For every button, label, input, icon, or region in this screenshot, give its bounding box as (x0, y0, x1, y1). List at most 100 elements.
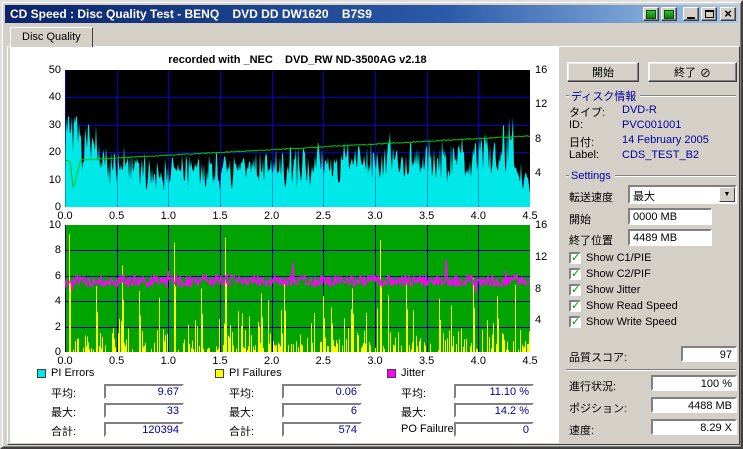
disc-type-label: タイプ: (569, 107, 606, 119)
transfer-speed-dropdown[interactable]: 最大 ▼ (628, 185, 737, 204)
po-failures-label: PO Failures: (401, 423, 463, 435)
checkbox-show-read-speed[interactable]: ✓ Show Read Speed (569, 300, 734, 313)
tick-label: 2.5 (315, 355, 331, 367)
checkbox-show-jitter[interactable]: ✓ Show Jitter (569, 284, 734, 297)
separator (566, 369, 736, 371)
checkbox-icon[interactable]: ✓ (569, 284, 581, 296)
maximize-button[interactable] (701, 7, 717, 21)
speed-value: 8.29 X (651, 419, 737, 435)
checkbox-icon[interactable]: ✓ (569, 316, 581, 328)
titlebar-green-icon-2[interactable] (661, 7, 677, 21)
tick-label: 2.5 (315, 210, 331, 222)
window-title: CD Speed : Disc Quality Test - BENQ DVD … (10, 7, 372, 21)
start-position-field[interactable]: 0000 MB (628, 208, 712, 225)
checkbox-show-c1-pie[interactable]: ✓ Show C1/PIE (569, 252, 734, 265)
disc-label-value: CDS_TEST_B2 (622, 149, 700, 161)
tab-disc-quality[interactable]: Disc Quality (10, 27, 93, 47)
tick-label: 10 (48, 173, 61, 186)
jitter-avg-value: 11.10 % (454, 384, 534, 399)
tick-label: 1.0 (160, 210, 176, 222)
disc-id-value: PVC001001 (622, 119, 682, 131)
disc-info-header: ディスク情報 (566, 90, 736, 103)
exit-button[interactable]: 終了 ⊘ (648, 62, 737, 82)
legend-title: PI Failures (229, 367, 282, 379)
legend-jitter: Jitter 平均: 11.10 % 最大: 14.2 % PO Failure… (387, 367, 559, 445)
minimize-button[interactable] (683, 7, 699, 21)
start-button[interactable]: 開始 (567, 62, 639, 82)
app-window: CD Speed : Disc Quality Test - BENQ DVD … (0, 0, 743, 449)
pie-errors-chart: 50 40 30 20 10 0 16 12 8 4 0.0 0.5 1.0 1.5 2.0 2.5 3.0 3.… (10, 64, 559, 224)
checkbox-label: Show C2/PIF (586, 268, 651, 280)
control-panel: 開始 終了 ⊘ ディスク情報 タイプ: DVD-R ID: PVC001001 … (562, 48, 738, 443)
tick-label: 6 (54, 269, 61, 282)
checkbox-label: Show C1/PIE (586, 252, 652, 264)
dropdown-button[interactable]: ▼ (719, 187, 735, 202)
tick-label: 1.5 (212, 355, 228, 367)
exit-button-label: 終了 (674, 67, 697, 79)
max-label: 最大: (229, 407, 255, 419)
tick-label: 3.5 (419, 210, 435, 222)
maximize-icon (704, 10, 714, 18)
progress-value: 100 % (651, 375, 737, 391)
checkbox-icon[interactable]: ✓ (569, 252, 581, 264)
legend-pi-failures: PI Failures 平均: 0.06 最大: 6 合計: 574 (215, 367, 387, 445)
transfer-speed-label: 転送速度 (569, 192, 613, 204)
tick-label: 4.0 (470, 355, 486, 367)
max-label: 最大: (401, 407, 427, 419)
disc-info-header-label: ディスク情報 (571, 91, 637, 103)
tick-label: 0.5 (109, 355, 125, 367)
quality-score-label: 品質スコア: (569, 352, 628, 364)
jitter-swatch (387, 369, 396, 378)
tick-label: 2.0 (264, 355, 280, 367)
titlebar-green-icon-1[interactable] (643, 7, 659, 21)
green-window-icon (664, 9, 674, 19)
tick-label: 1.5 (212, 210, 228, 222)
tick-label: 10 (48, 219, 61, 231)
max-label: 最大: (51, 407, 77, 419)
disc-date-value: 14 February 2005 (622, 134, 709, 146)
po-failures-value: 0 (454, 422, 534, 437)
settings-header-label: Settings (571, 170, 611, 182)
checkbox-label: Show Write Speed (586, 316, 677, 328)
end-position-field[interactable]: 4489 MB (628, 229, 712, 246)
checkbox-show-c2-pif[interactable]: ✓ Show C2/PIF (569, 268, 734, 281)
pi-failures-max-value: 6 (282, 403, 362, 418)
tick-label: 16 (535, 219, 548, 231)
avg-label: 平均: (401, 388, 427, 400)
tick-label: 8 (535, 282, 542, 295)
stop-icon: ⊘ (700, 64, 711, 80)
pi-failures-total-value: 574 (282, 422, 362, 437)
close-button[interactable]: × (720, 7, 736, 21)
tick-label: 3.5 (419, 355, 435, 367)
avg-label: 平均: (229, 388, 255, 400)
tick-label: 8 (535, 132, 542, 145)
checkbox-icon[interactable]: ✓ (569, 300, 581, 312)
avg-label: 平均: (51, 388, 77, 400)
tick-label: 8 (54, 244, 61, 257)
total-label: 合計: (229, 426, 255, 438)
green-window-icon (646, 9, 656, 19)
legend-title: Jitter (401, 367, 425, 379)
tick-label: 40 (48, 91, 61, 104)
position-value: 4488 MB (651, 397, 737, 413)
tick-label: 4.5 (522, 355, 538, 367)
tick-label: 20 (48, 146, 61, 159)
pi-failures-chart: 10 8 6 4 2 0 16 12 8 4 0.0 0.5 1.0 1.5 2.0 2.5 3.0 3.5 4.0… (10, 219, 559, 371)
pi-failures-plot (65, 225, 530, 352)
titlebar[interactable]: CD Speed : Disc Quality Test - BENQ DVD … (5, 5, 738, 23)
tick-label: 1.0 (160, 355, 176, 367)
quality-score-value: 97 (681, 346, 737, 362)
checkbox-show-write-speed[interactable]: ✓ Show Write Speed (569, 316, 734, 329)
checkbox-icon[interactable]: ✓ (569, 268, 581, 280)
tick-label: 0.5 (109, 210, 125, 222)
disc-label-label: Label: (569, 149, 599, 161)
pi-errors-avg-value: 9.67 (104, 384, 184, 399)
recorded-with-note: recorded with _NEC DVD_RW ND-3500AG v2.1… (168, 54, 427, 66)
pi-errors-total-value: 120394 (104, 422, 184, 437)
pie-errors-plot (65, 70, 530, 207)
legend-pi-errors: PI Errors 平均: 9.67 最大: 33 合計: 120394 (37, 367, 209, 445)
tick-label: 4 (535, 166, 542, 179)
pi-failures-swatch (215, 369, 224, 378)
position-label: ポジション: (569, 403, 628, 415)
chevron-down-icon: ▼ (723, 191, 731, 198)
